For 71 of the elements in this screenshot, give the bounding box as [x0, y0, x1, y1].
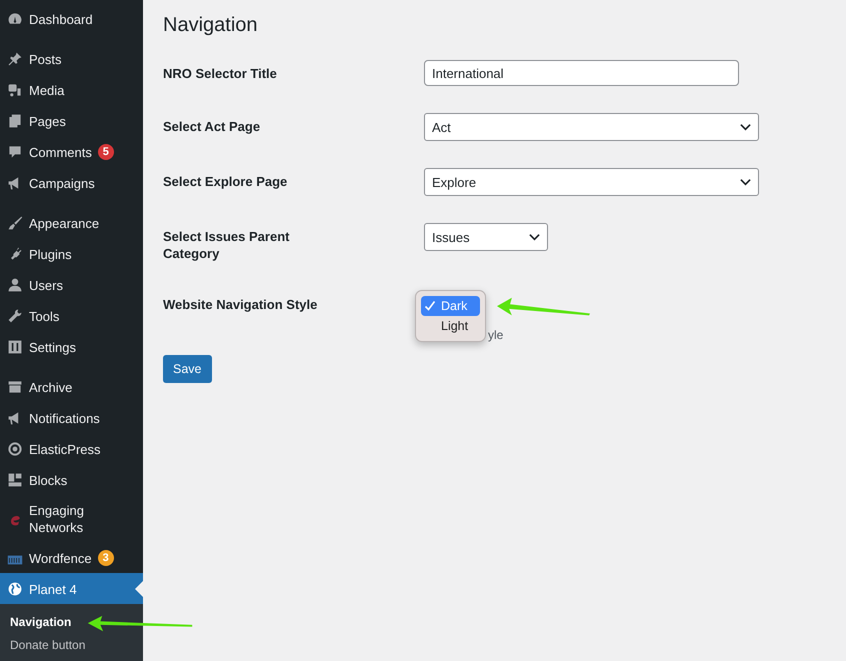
- menu-item[interactable]: Campaigns: [0, 167, 143, 198]
- user-icon: [7, 277, 23, 293]
- menu-label: Users: [29, 276, 63, 294]
- chevron-down-icon: [740, 178, 751, 186]
- menu-label: Blocks: [29, 472, 68, 488]
- menu-item[interactable]: Planet 4: [0, 573, 143, 604]
- menu-item[interactable]: Pages: [0, 105, 143, 136]
- dropdown-option[interactable]: Dark: [421, 296, 480, 316]
- dropdown-option[interactable]: Light: [421, 316, 480, 336]
- menu-label: Campaigns: [29, 174, 95, 192]
- menu-item[interactable]: Media: [0, 74, 143, 105]
- menu-item[interactable]: Plugins: [0, 238, 143, 269]
- menu-label: Media: [29, 82, 64, 98]
- menu-item[interactable]: Engaging Networks: [0, 495, 143, 542]
- pages-icon: [7, 113, 23, 129]
- globe-icon: [7, 581, 23, 597]
- page-title: Navigation: [163, 13, 259, 38]
- menu-item[interactable]: Settings: [0, 331, 143, 362]
- count-badge: 3: [98, 550, 114, 566]
- ring-icon: [7, 441, 23, 457]
- current-pointer-icon: [135, 581, 143, 597]
- archive-box-icon: [7, 379, 23, 395]
- menu-item[interactable]: Appearance: [0, 207, 143, 238]
- wrench-icon: [7, 308, 23, 324]
- menu-label: Planet 4: [29, 580, 77, 598]
- count-badge: 5: [98, 144, 114, 160]
- menu-label: Posts: [29, 50, 62, 68]
- menu-label: ElasticPress: [29, 440, 101, 458]
- menu-label: Comments: [29, 144, 92, 160]
- select-dropdown[interactable]: Act: [424, 113, 759, 141]
- menu-item[interactable]: Posts: [0, 43, 143, 74]
- menu-item[interactable]: Comments 5: [0, 136, 143, 167]
- field-label: Select Issues Parent Category: [163, 228, 290, 262]
- menu-label: Notifications: [29, 410, 100, 426]
- text-input[interactable]: International: [424, 60, 739, 86]
- speech-bubble-icon: [7, 144, 23, 160]
- submenu-item[interactable]: Donate button: [0, 634, 96, 657]
- menu-label: Plugins: [29, 246, 72, 262]
- menu-label: Engaging Networks: [29, 502, 85, 536]
- field-label: Website Navigation Style: [163, 296, 318, 314]
- menu-item[interactable]: Blocks: [0, 464, 143, 495]
- media-icon: [7, 82, 23, 98]
- menu-item[interactable]: Tools: [0, 300, 143, 331]
- menu-item[interactable]: Wordfence 3: [0, 542, 143, 573]
- checkmark-icon: [424, 300, 436, 312]
- save-button[interactable]: Save: [163, 355, 212, 383]
- menu-item[interactable]: Dashboard: [0, 3, 143, 34]
- menu-label: Dashboard: [29, 10, 93, 28]
- chevron-down-icon: [740, 123, 751, 131]
- submenu-item[interactable]: Navigation: [0, 611, 82, 634]
- brush-icon: [7, 215, 23, 231]
- field-label: NRO Selector Title: [163, 65, 278, 83]
- blocks-icon: [7, 472, 23, 488]
- menu-label: Pages: [29, 112, 66, 130]
- menu-label: Wordfence: [29, 550, 92, 566]
- chevron-down-icon: [529, 233, 540, 241]
- menu-item[interactable]: Notifications: [0, 402, 143, 433]
- pin-icon: [7, 51, 23, 67]
- menu-label: Appearance: [29, 214, 100, 232]
- dashboard-icon: [7, 11, 23, 27]
- field-label: Select Explore Page: [163, 173, 288, 191]
- menu-label: Tools: [29, 308, 60, 324]
- select-dropdown[interactable]: Issues: [424, 223, 548, 251]
- field-description: yle: [488, 328, 504, 342]
- menu-item[interactable]: Users: [0, 269, 143, 300]
- menu-label: Settings: [29, 338, 76, 356]
- menu-item[interactable]: Archive: [0, 371, 143, 402]
- menu-item[interactable]: ElasticPress: [0, 433, 143, 464]
- select-dropdown[interactable]: Explore: [424, 168, 759, 196]
- menu-label: Archive: [29, 378, 72, 396]
- field-label: Select Act Page: [163, 118, 262, 136]
